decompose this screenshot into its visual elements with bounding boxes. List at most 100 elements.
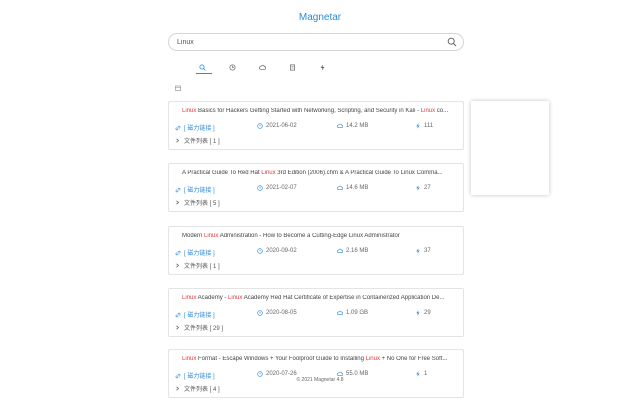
chevron-right-icon [176,325,180,330]
page-title: Magnetar [298,12,342,23]
calendar-icon [175,85,181,91]
tab-size[interactable] [256,61,272,73]
date-text: 2020-08-05 [266,310,297,316]
file-list-label: 文件列表 [ 5 ] [184,201,220,207]
magnet-link[interactable]: [ 磁力链接 ] [175,123,215,132]
result-stats [175,85,184,91]
tab-hot[interactable] [316,61,332,73]
result-hot: 37 [415,248,431,254]
result-card: Modern Linux Administration - How to Bec… [168,226,464,275]
clock-icon [257,248,263,254]
result-hot: 27 [415,185,431,191]
result-hot: 111 [415,123,433,129]
bolt-icon [416,185,420,191]
keyword-highlight: Linux [182,108,197,114]
footer-copyright: © 2021 Magnetar 4.8 [296,377,344,383]
cloud-icon [337,185,343,190]
magnet-link-label: [ 磁力链接 ] [184,188,215,194]
file-list-toggle[interactable]: 文件列表 [ 4 ] [175,384,220,393]
date-text: 2020-09-02 [266,248,297,254]
size-text: 14.2 MB [346,123,369,129]
bolt-icon [416,310,420,316]
clock-icon [257,310,263,316]
cloud-icon [337,310,343,315]
file-list-toggle[interactable]: 文件列表 [ 29 ] [175,323,223,332]
tab-default[interactable] [196,61,212,74]
clock-icon [257,123,263,129]
hot-text: 29 [424,310,431,316]
info-sidebar [471,101,549,195]
clock-icon [229,64,236,70]
search-input[interactable] [177,36,437,48]
chevron-right-icon [176,386,180,391]
chevron-right-icon [176,138,180,143]
result-title-link[interactable]: Linux Academy - Linux Academy Red Hat Ce… [175,295,459,301]
title-text: Basics for Hackers Getting Started with … [196,108,421,114]
tab-time[interactable] [226,61,242,73]
result-title-link[interactable]: Linux Basics for Hackers Getting Started… [175,108,459,114]
file-icon [290,64,295,70]
date-text: 2021-06-02 [266,123,297,129]
result-size: 14.2 MB [337,123,368,129]
keyword-highlight: Linux [182,295,197,301]
result-date: 2021-02-07 [257,185,297,191]
magnet-link[interactable]: [ 磁力链接 ] [175,248,215,257]
hot-text: 37 [424,248,431,254]
file-list-label: 文件列表 [ 1 ] [184,139,220,145]
link-icon [175,187,181,192]
result-date: 2021-06-02 [257,123,297,129]
result-size: 14.6 MB [337,185,368,191]
keyword-highlight: Linux [228,295,243,301]
title-text: co... [435,108,449,114]
bolt-icon [416,123,420,129]
result-size: 2.16 MB [337,248,368,254]
magnet-link-label: [ 磁力链接 ] [184,313,215,319]
search-icon[interactable] [447,37,457,47]
size-text: 2.16 MB [346,248,369,254]
keyword-highlight: Linux [261,170,276,176]
keyword-highlight: Linux [420,108,436,114]
keyword-highlight: Linux [204,233,219,239]
cloud-icon [337,248,343,253]
file-list-toggle[interactable]: 文件列表 [ 5 ] [175,198,220,207]
title-text: Academy - [196,295,229,301]
result-date: 2020-08-05 [257,310,297,316]
chevron-right-icon [176,263,180,268]
date-text: 2021-02-07 [266,185,297,191]
sort-tabs [196,61,346,75]
size-text: 1.09 GB [346,310,369,316]
title-text: Academy Red Hat Certificate of Expertise… [242,295,445,301]
title-text: A Practical Guide To Red Hat [182,170,262,176]
file-list-label: 文件列表 [ 29 ] [184,326,224,332]
result-card: Linux Format - Escape Windows + Your Foo… [168,349,464,398]
size-text: 14.6 MB [346,185,369,191]
search-icon [199,63,206,71]
clock-icon [257,185,263,191]
title-text: Administration - How to Become a Cutting… [218,233,400,239]
result-card: Linux Basics for Hackers Getting Started… [168,101,464,150]
title-text: 3rd Edition (2006).chm & A Practical Gui… [275,170,443,176]
magnet-link[interactable]: [ 磁力链接 ] [175,310,215,319]
tab-count[interactable] [286,61,302,73]
result-hot: 29 [415,310,431,316]
link-icon [175,125,181,130]
magnet-link-label: [ 磁力链接 ] [184,126,215,132]
chevron-right-icon [176,200,180,205]
keyword-highlight: Linux [182,356,197,362]
result-title-link[interactable]: Linux Format - Escape Windows + Your Foo… [175,356,459,362]
result-size: 1.09 GB [337,310,368,316]
search-box[interactable] [168,33,464,51]
result-card: Linux Academy - Linux Academy Red Hat Ce… [168,288,464,337]
cloud-icon [337,123,343,128]
result-title-link[interactable]: Modern Linux Administration - How to Bec… [175,233,459,239]
magnet-link[interactable]: [ 磁力链接 ] [175,185,215,194]
magnet-link-label: [ 磁力链接 ] [184,251,215,257]
title-text: Modern [182,233,205,239]
hot-text: 27 [424,185,431,191]
file-list-label: 文件列表 [ 4 ] [184,387,220,393]
cloud-icon [259,64,266,70]
result-title-link[interactable]: A Practical Guide To Red Hat Linux 3rd E… [175,170,459,176]
file-list-toggle[interactable]: 文件列表 [ 1 ] [175,261,220,270]
hot-text: 111 [424,123,434,129]
file-list-toggle[interactable]: 文件列表 [ 1 ] [175,136,220,145]
